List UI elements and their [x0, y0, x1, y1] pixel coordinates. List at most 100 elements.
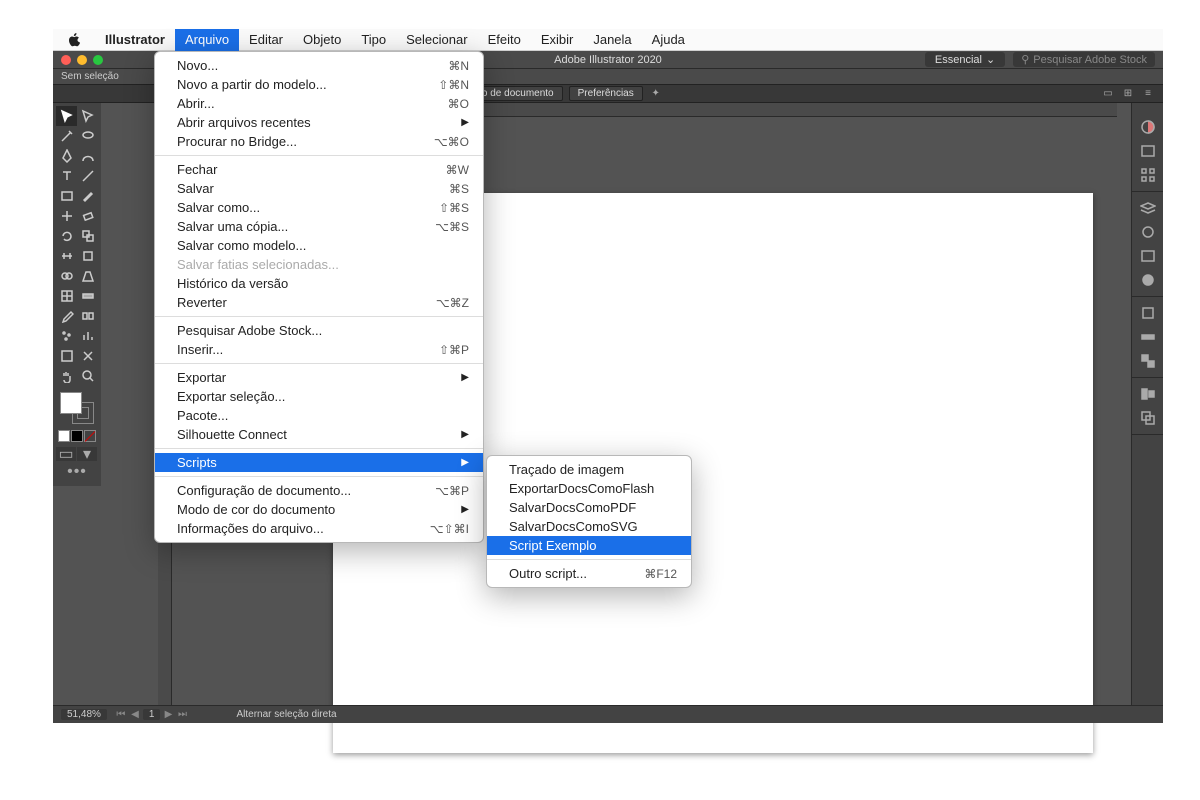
hand-tool[interactable]: [56, 366, 77, 386]
scripts-menu-item-1[interactable]: ExportarDocsComoFlash: [487, 479, 691, 498]
file-menu-item-8[interactable]: Salvar como...⇧⌘S: [155, 198, 483, 217]
direct-selection-tool[interactable]: [77, 106, 98, 126]
file-menu-item-2[interactable]: Abrir...⌘O: [155, 94, 483, 113]
file-menu-item-10[interactable]: Salvar como modelo...: [155, 236, 483, 255]
file-menu-item-20[interactable]: Pacote...: [155, 406, 483, 425]
selection-tool[interactable]: [56, 106, 77, 126]
file-menu-item-19[interactable]: Exportar seleção...: [155, 387, 483, 406]
file-menu-item-27[interactable]: Informações do arquivo...⌥⇧⌘I: [155, 519, 483, 538]
paintbrush-tool[interactable]: [77, 186, 98, 206]
file-menu-item-1[interactable]: Novo a partir do modelo...⇧⌘N: [155, 75, 483, 94]
gradient-icon[interactable]: [1132, 325, 1164, 349]
file-menu-item-13[interactable]: Reverter⌥⌘Z: [155, 293, 483, 312]
edit-toolbar[interactable]: ▾: [77, 447, 97, 461]
panel-icon[interactable]: ▭: [1101, 87, 1115, 101]
layers-icon[interactable]: [1132, 196, 1164, 220]
file-menu-item-12[interactable]: Histórico da versão: [155, 274, 483, 293]
zoom-tool[interactable]: [77, 366, 98, 386]
menu-arquivo[interactable]: Arquivo: [175, 29, 239, 51]
gradient-mode[interactable]: [71, 430, 83, 442]
file-menu-item-23[interactable]: Scripts▶: [155, 453, 483, 472]
color-mode[interactable]: [58, 430, 70, 442]
eraser-tool[interactable]: [77, 206, 98, 226]
file-menu-item-9[interactable]: Salvar uma cópia...⌥⌘S: [155, 217, 483, 236]
apple-icon[interactable]: [67, 33, 81, 47]
artboard-tool[interactable]: [56, 346, 77, 366]
line-tool[interactable]: [77, 166, 98, 186]
prev-page-icon[interactable]: ◀: [129, 709, 141, 721]
workspace-switcher[interactable]: Essencial⌄: [925, 52, 1005, 67]
menu-editar[interactable]: Editar: [239, 29, 293, 51]
shape-builder-tool[interactable]: [56, 266, 77, 286]
list-icon[interactable]: ≡: [1141, 87, 1155, 101]
mesh-tool[interactable]: [56, 286, 77, 306]
perspective-tool[interactable]: [77, 266, 98, 286]
scripts-menu-item-6[interactable]: Outro script...⌘F12: [487, 564, 691, 583]
minimize-icon[interactable]: [77, 55, 87, 65]
zoom-level[interactable]: 51,48%: [61, 709, 107, 720]
fill-stroke[interactable]: [58, 392, 100, 428]
screen-mode[interactable]: ▭: [56, 447, 76, 461]
shaper-tool[interactable]: [56, 206, 77, 226]
scripts-menu-item-2[interactable]: SalvarDocsComoPDF: [487, 498, 691, 517]
file-menu-item-26[interactable]: Modo de cor do documento▶: [155, 500, 483, 519]
scripts-menu-item-0[interactable]: Traçado de imagem: [487, 460, 691, 479]
file-menu-item-6[interactable]: Fechar⌘W: [155, 160, 483, 179]
file-menu-item-15[interactable]: Pesquisar Adobe Stock...: [155, 321, 483, 340]
scripts-menu-item-3[interactable]: SalvarDocsComoSVG: [487, 517, 691, 536]
file-menu-item-3[interactable]: Abrir arquivos recentes▶: [155, 113, 483, 132]
scripts-menu-item-4[interactable]: Script Exemplo: [487, 536, 691, 555]
file-menu-item-25[interactable]: Configuração de documento...⌥⌘P: [155, 481, 483, 500]
page-number[interactable]: 1: [143, 709, 161, 720]
properties-icon[interactable]: [1132, 244, 1164, 268]
blend-tool[interactable]: [77, 306, 98, 326]
fill-swatch[interactable]: [60, 392, 82, 414]
maximize-icon[interactable]: [93, 55, 103, 65]
magic-wand-tool[interactable]: [56, 126, 77, 146]
symbol-sprayer-tool[interactable]: [56, 326, 77, 346]
last-page-icon[interactable]: ⏭: [176, 709, 188, 721]
graph-tool[interactable]: [77, 326, 98, 346]
pen-tool[interactable]: [56, 146, 77, 166]
none-mode[interactable]: [84, 430, 96, 442]
rectangle-tool[interactable]: [56, 186, 77, 206]
transparency-icon[interactable]: [1132, 349, 1164, 373]
file-menu-item-0[interactable]: Novo...⌘N: [155, 56, 483, 75]
close-icon[interactable]: [61, 55, 71, 65]
menu-janela[interactable]: Janela: [583, 29, 641, 51]
appearance-icon[interactable]: [1132, 220, 1164, 244]
gradient-tool[interactable]: [77, 286, 98, 306]
type-tool[interactable]: [56, 166, 77, 186]
stroke-icon[interactable]: [1132, 301, 1164, 325]
slice-tool[interactable]: [77, 346, 98, 366]
swatches-icon[interactable]: [1132, 139, 1164, 163]
lasso-tool[interactable]: [77, 126, 98, 146]
menu-ajuda[interactable]: Ajuda: [642, 29, 695, 51]
align-icon[interactable]: ✦: [649, 87, 663, 101]
toolbox-more[interactable]: •••: [56, 461, 98, 483]
search-input[interactable]: ⚲Pesquisar Adobe Stock: [1013, 52, 1155, 67]
free-transform-tool[interactable]: [77, 246, 98, 266]
next-page-icon[interactable]: ▶: [162, 709, 174, 721]
menu-tipo[interactable]: Tipo: [351, 29, 396, 51]
prefs-button[interactable]: Preferências: [569, 86, 643, 101]
file-menu-item-18[interactable]: Exportar▶: [155, 368, 483, 387]
file-menu-item-7[interactable]: Salvar⌘S: [155, 179, 483, 198]
file-menu-item-16[interactable]: Inserir...⇧⌘P: [155, 340, 483, 359]
brushes-icon[interactable]: [1132, 163, 1164, 187]
scale-tool[interactable]: [77, 226, 98, 246]
libraries-icon[interactable]: [1132, 268, 1164, 292]
width-tool[interactable]: [56, 246, 77, 266]
first-page-icon[interactable]: ⏮: [115, 709, 127, 721]
file-menu-item-21[interactable]: Silhouette Connect▶: [155, 425, 483, 444]
menu-selecionar[interactable]: Selecionar: [396, 29, 477, 51]
grid-icon[interactable]: ⊞: [1121, 87, 1135, 101]
menu-exibir[interactable]: Exibir: [531, 29, 584, 51]
file-menu-item-4[interactable]: Procurar no Bridge...⌥⌘O: [155, 132, 483, 151]
menu-efeito[interactable]: Efeito: [478, 29, 531, 51]
pathfinder-icon[interactable]: [1132, 406, 1164, 430]
align-panel-icon[interactable]: [1132, 382, 1164, 406]
eyedropper-tool[interactable]: [56, 306, 77, 326]
curvature-tool[interactable]: [77, 146, 98, 166]
menu-objeto[interactable]: Objeto: [293, 29, 351, 51]
